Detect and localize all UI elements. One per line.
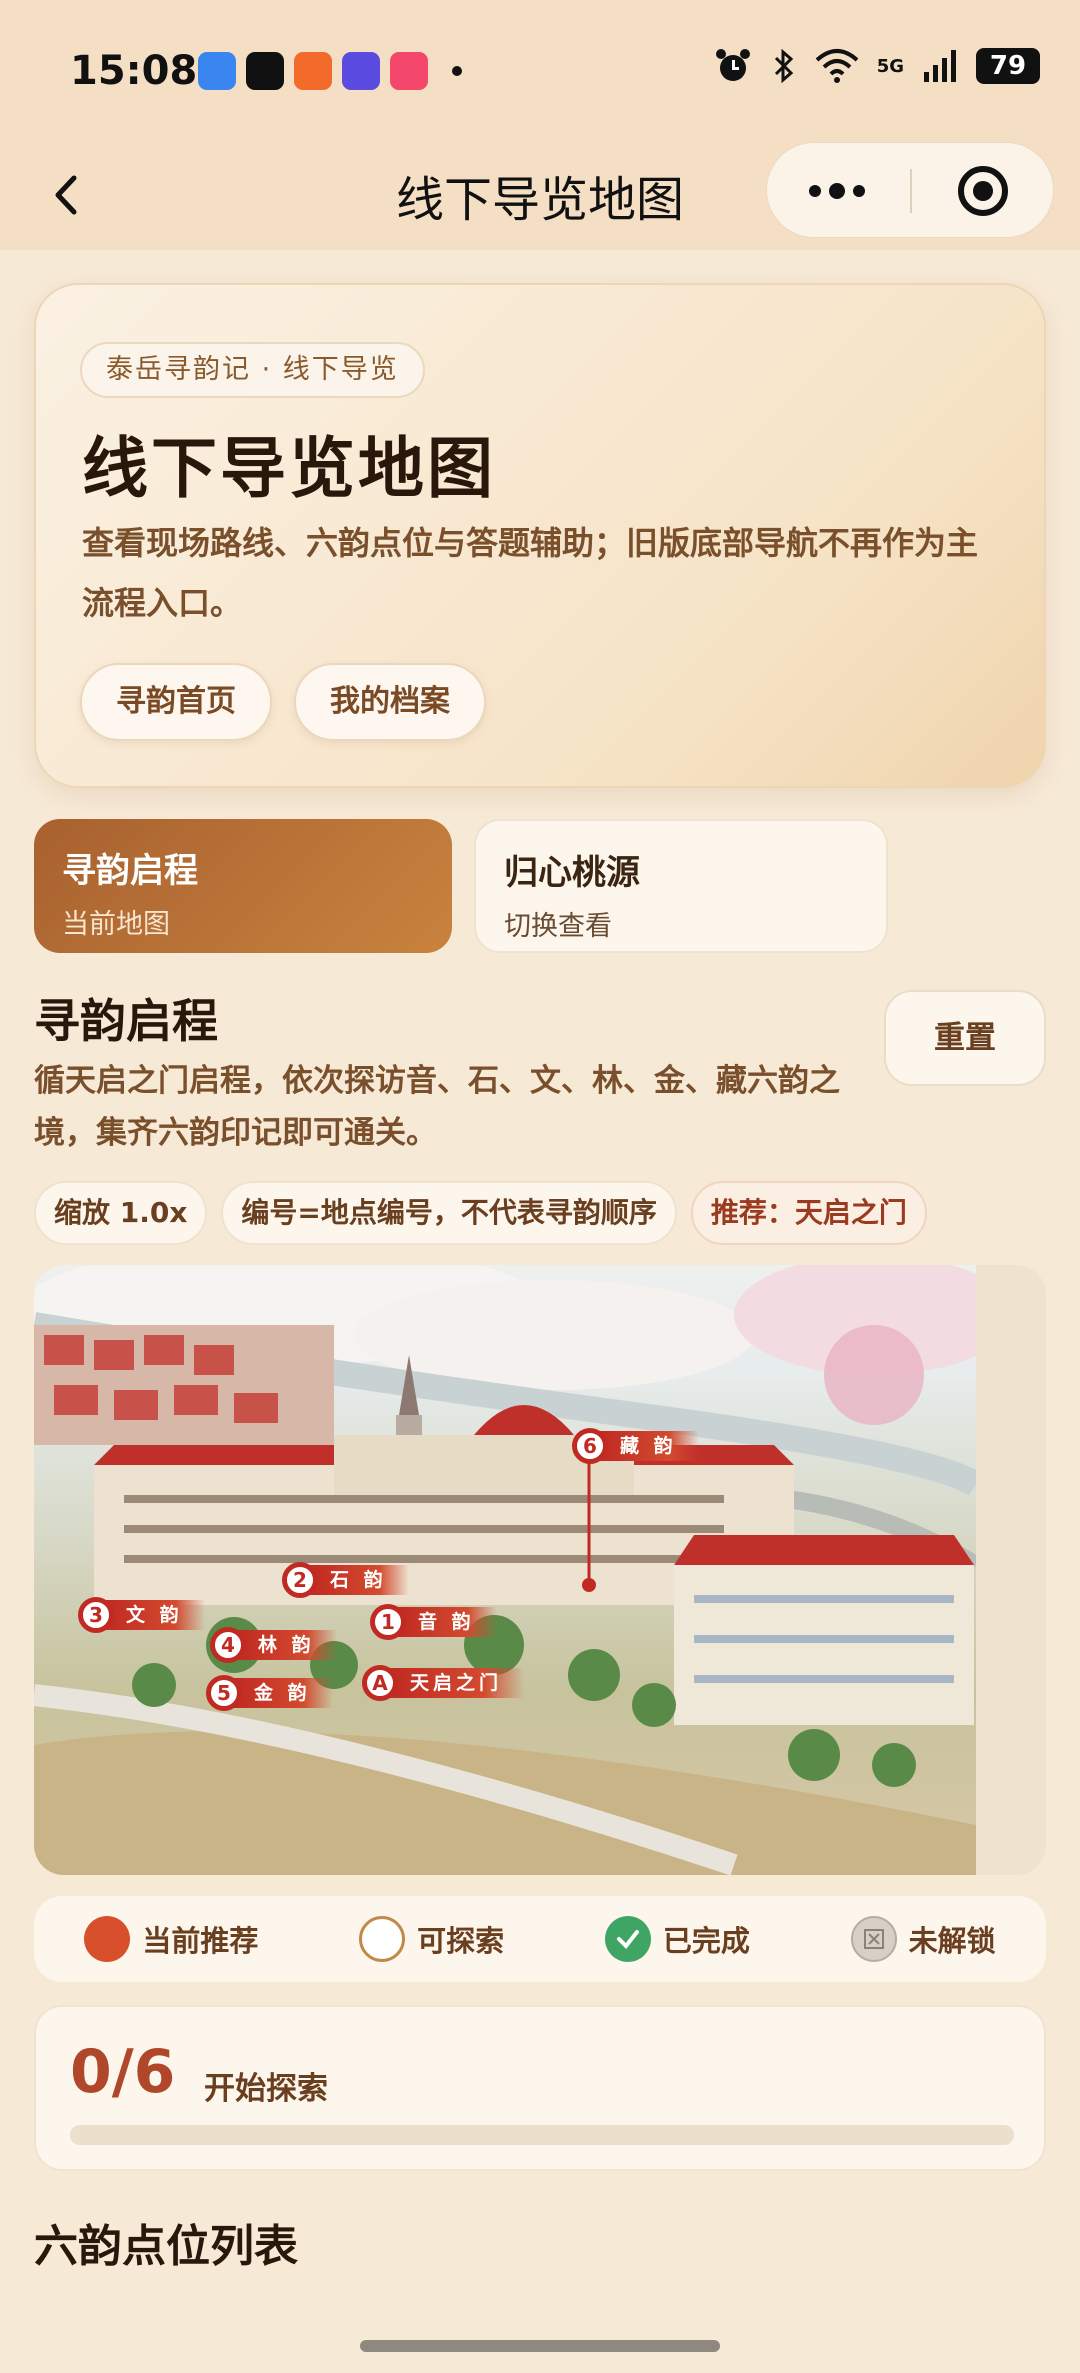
network-type: 5G xyxy=(876,55,904,77)
info-chips: 缩放 1.0x 编号=地点编号，不代表寻韵顺序 推荐：天启之门 xyxy=(34,1181,927,1245)
signal-icon xyxy=(924,50,956,82)
section-description: 循天启之门启程，依次探访音、石、文、林、金、藏六韵之境，集齐六韵印记即可通关。 xyxy=(34,1063,840,1151)
marker-number: 4 xyxy=(210,1627,246,1663)
marker-label: 林 韵 xyxy=(238,1630,337,1660)
map-container[interactable]: 6 藏 韵 2 石 韵 3 文 韵 1 音 韵 4 林 韵 5 金 韵 A 天启… xyxy=(34,1265,1046,1875)
map-artwork xyxy=(34,1265,976,1875)
marker-number: 2 xyxy=(282,1562,318,1598)
wifi-icon xyxy=(815,49,859,83)
map-marker[interactable]: 6 藏 韵 xyxy=(572,1428,699,1464)
target-close-icon xyxy=(958,166,1008,216)
current-recommend-icon xyxy=(84,1916,131,1962)
navigation-bar: 线下导览地图 xyxy=(0,140,1080,250)
more-button[interactable] xyxy=(767,143,907,239)
legend-completed: 已完成 xyxy=(604,1916,750,1962)
recommend-chip[interactable]: 推荐：天启之门 xyxy=(690,1181,927,1245)
map-marker[interactable]: 3 文 韵 xyxy=(78,1597,205,1633)
tiktok-icon xyxy=(246,52,284,90)
hero-description: 查看现场路线、六韵点位与答题辅助；旧版底部导航不再作为主流程入口。 xyxy=(82,524,979,622)
map-marker[interactable]: 4 林 韵 xyxy=(210,1627,337,1663)
route-tab-title: 寻韵启程 xyxy=(62,851,198,891)
hero-title: 线下导览地图 xyxy=(82,430,496,507)
hero-buttons: 寻韵首页 我的档案 xyxy=(80,663,486,741)
progress-track xyxy=(70,2125,1014,2145)
route-tab-active[interactable]: 寻韵启程 当前地图 xyxy=(34,819,452,953)
check-icon xyxy=(604,1916,651,1962)
campus-map-illustration[interactable]: 6 藏 韵 2 石 韵 3 文 韵 1 音 韵 4 林 韵 5 金 韵 A 天启… xyxy=(34,1265,976,1875)
more-dots-icon xyxy=(809,183,865,199)
map-marker[interactable]: 5 金 韵 xyxy=(206,1675,333,1711)
zoom-chip: 缩放 1.0x xyxy=(34,1181,208,1245)
spots-list-title: 六韵点位列表 xyxy=(34,2221,298,2272)
legend-explorable: 可探索 xyxy=(359,1916,504,1962)
route-tab-subtitle: 切换查看 xyxy=(504,911,612,942)
legend-label: 当前推荐 xyxy=(142,1924,259,1958)
more-notifications-icon xyxy=(452,66,462,76)
close-miniapp-button[interactable] xyxy=(913,143,1053,239)
reset-button[interactable]: 重置 xyxy=(884,990,1046,1086)
profile-button[interactable]: 我的档案 xyxy=(294,663,486,741)
status-time: 15:08 xyxy=(70,48,198,94)
legend-locked: 未解锁 xyxy=(850,1916,996,1962)
legend-current: 当前推荐 xyxy=(84,1916,258,1962)
map-marker[interactable]: 2 石 韵 xyxy=(282,1562,409,1598)
alarm-icon xyxy=(715,49,750,81)
route-tabs: 寻韵启程 当前地图 归心桃源 切换查看 xyxy=(34,819,888,953)
legend-label: 已完成 xyxy=(662,1924,750,1958)
capsule-divider xyxy=(910,169,912,213)
marker-label: 藏 韵 xyxy=(600,1431,699,1461)
legend-label: 未解锁 xyxy=(908,1924,996,1958)
map-legend: 当前推荐 可探索 已完成 未解锁 xyxy=(34,1896,1046,1982)
progress-label: 开始探索 xyxy=(204,2071,328,2107)
marker-label: 石 韵 xyxy=(310,1565,409,1595)
numbering-note-chip: 编号=地点编号，不代表寻韵顺序 xyxy=(221,1181,677,1245)
route-tab-subtitle: 当前地图 xyxy=(62,909,170,940)
explorable-icon xyxy=(359,1916,406,1962)
lock-icon xyxy=(850,1916,897,1962)
hero-card: 泰岳寻韵记 · 线下导览 线下导览地图 查看现场路线、六韵点位与答题辅助；旧版底… xyxy=(34,283,1046,788)
status-bar: 15:08 5G 79 xyxy=(0,0,1080,140)
notification-icons xyxy=(198,52,462,90)
battery-icon: 79 xyxy=(976,48,1040,84)
home-button[interactable]: 寻韵首页 xyxy=(80,663,272,741)
bluetooth-icon xyxy=(774,48,793,84)
town-houses xyxy=(34,1325,334,1445)
app-notification-icon xyxy=(342,52,380,90)
miniapp-capsule xyxy=(766,142,1054,238)
legend-label: 可探索 xyxy=(417,1924,505,1958)
route-tab-title: 归心桃源 xyxy=(504,853,640,893)
marker-label: 天启之门 xyxy=(390,1668,525,1698)
hero-tag: 泰岳寻韵记 · 线下导览 xyxy=(80,342,425,398)
marker-label: 金 韵 xyxy=(234,1678,333,1708)
progress-count: 0/6 xyxy=(70,2037,176,2107)
app-notification-icon xyxy=(390,52,428,90)
section-title: 寻韵启程 xyxy=(34,994,218,1048)
marker-label: 文 韵 xyxy=(106,1600,205,1630)
status-right: 5G 79 xyxy=(713,46,1040,86)
marker-number: A xyxy=(362,1665,398,1701)
marker-number: 3 xyxy=(78,1597,114,1633)
progress-card: 0/6 开始探索 xyxy=(34,2005,1046,2171)
app-notification-icon xyxy=(294,52,332,90)
marker-number: 6 xyxy=(572,1428,608,1464)
marker-number: 1 xyxy=(370,1604,406,1640)
map-marker[interactable]: 1 音 韵 xyxy=(370,1604,497,1640)
home-indicator[interactable] xyxy=(360,2340,720,2352)
route-tab-inactive[interactable]: 归心桃源 切换查看 xyxy=(474,819,888,953)
marker-number: 5 xyxy=(206,1675,242,1711)
marker-label: 音 韵 xyxy=(398,1607,497,1637)
map-marker[interactable]: A 天启之门 xyxy=(362,1665,525,1701)
app-notification-icon xyxy=(198,52,236,90)
